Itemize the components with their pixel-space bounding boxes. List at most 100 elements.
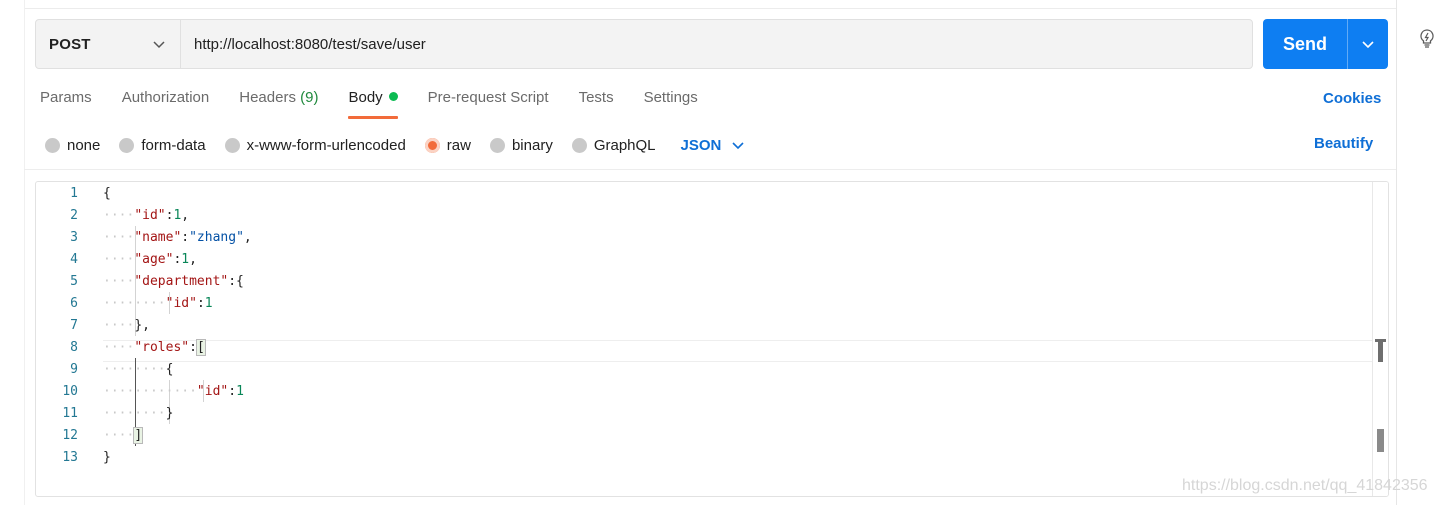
code-token: , (189, 252, 197, 267)
code-token: "zhang" (189, 230, 244, 245)
tab-settings[interactable]: Settings (644, 88, 698, 120)
editor-content[interactable]: {····"id":1, ····"name":"zhang", ····"age"… (103, 182, 1372, 496)
line-number: 7 (70, 318, 78, 333)
tab-label: Pre-request Script (427, 89, 549, 106)
request-tabs: Params Authorization Headers (9) Body Pr… (40, 88, 728, 120)
radio-label: GraphQL (593, 136, 656, 154)
code-token: } (165, 406, 174, 421)
code-line: ········} (103, 403, 173, 425)
radio-label: binary (511, 136, 553, 154)
top-divider (24, 8, 1396, 9)
code-line: ····"age":1, (103, 249, 197, 271)
code-token: "name" (134, 230, 182, 245)
tab-label: Authorization (121, 89, 210, 106)
line-number: 8 (70, 340, 78, 355)
tab-body[interactable]: Body (348, 88, 398, 120)
code-line: ········"id":1 (103, 293, 213, 315)
language-select[interactable]: JSON (681, 137, 746, 154)
chevron-down-icon (732, 142, 744, 150)
request-url-bar: POST (35, 19, 1253, 69)
watermark: https://blog.csdn.net/qq_41842356 (1182, 477, 1428, 494)
cookies-link[interactable]: Cookies (1323, 90, 1381, 107)
body-type-selector: none form-data x-www-form-urlencoded raw… (45, 134, 745, 156)
line-number: 2 (70, 208, 78, 223)
code-line: ····}, (103, 315, 150, 337)
radio-label: raw (446, 136, 471, 154)
whitespace-marker: ············ (103, 384, 197, 399)
lightbulb-icon[interactable] (1417, 28, 1435, 50)
code-token: :{ (228, 274, 244, 289)
code-line: ····"department":{ (103, 271, 244, 293)
postman-request-panel: POST Send Params Authorization Headers (… (0, 0, 1435, 505)
send-button[interactable]: Send (1263, 19, 1347, 69)
whitespace-marker: ········ (103, 296, 166, 311)
code-token: 1 (181, 252, 190, 267)
code-token: , (181, 208, 190, 223)
tab-label: Settings (643, 89, 698, 106)
whitespace-marker: ···· (103, 340, 135, 355)
code-editor[interactable]: 1 2 3 4 5 6 7 8 9 10 11 12 13 {····"id":1, ····"name"… (35, 181, 1389, 497)
whitespace-marker: ········ (103, 362, 166, 377)
radio-icon (119, 137, 135, 153)
radio-icon (571, 137, 587, 153)
whitespace-marker: ···· (103, 318, 135, 333)
radio-icon (224, 137, 240, 153)
line-number: 12 (62, 428, 78, 443)
matched-bracket: [ (195, 339, 206, 356)
radio-selected-icon (424, 137, 440, 153)
section-divider (24, 169, 1396, 170)
editor-scrollbar[interactable] (1372, 182, 1388, 496)
line-number-gutter: 1 2 3 4 5 6 7 8 9 10 11 12 13 (36, 182, 86, 496)
tab-headers[interactable]: Headers (9) (239, 88, 318, 120)
whitespace-marker: ···· (103, 252, 135, 267)
body-type-none[interactable]: none (45, 137, 100, 154)
code-line: ····"name":"zhang", (103, 227, 252, 249)
left-divider (24, 0, 25, 505)
code-line: } (103, 447, 111, 469)
code-token: , (243, 230, 252, 245)
code-line: ····"id":1, (103, 205, 189, 227)
tab-label: Tests (578, 89, 614, 106)
radio-label: none (67, 136, 101, 154)
body-type-graphql[interactable]: GraphQL (571, 136, 656, 154)
tab-pre-request-script[interactable]: Pre-request Script (428, 88, 549, 120)
line-number: 1 (70, 186, 78, 201)
line-number: 3 (70, 230, 78, 245)
radio-label: x-www-form-urlencoded (246, 136, 406, 154)
scroll-marker (1377, 429, 1384, 452)
code-token: }, (134, 318, 150, 333)
send-options-button[interactable] (1348, 19, 1388, 69)
line-number: 5 (70, 274, 78, 289)
whitespace-marker: ········ (103, 406, 166, 421)
tab-authorization[interactable]: Authorization (122, 88, 210, 120)
method-select[interactable]: POST (36, 20, 181, 68)
code-token: } (103, 450, 111, 465)
line-number: 11 (62, 406, 78, 421)
code-line: ····"roles":[ (103, 337, 206, 359)
beautify-button[interactable]: Beautify (1314, 135, 1373, 152)
body-type-raw[interactable]: raw (424, 136, 471, 154)
headers-count: (9) (300, 89, 319, 106)
code-line: ····] (103, 425, 144, 447)
chevron-down-icon (1362, 41, 1374, 49)
body-type-binary[interactable]: binary (489, 136, 553, 154)
code-token: "roles" (134, 340, 190, 355)
code-token: : (181, 230, 190, 245)
line-number: 6 (70, 296, 78, 311)
code-token: "department" (134, 274, 229, 289)
method-label: POST (49, 35, 91, 53)
code-token: 1 (204, 296, 213, 311)
whitespace-marker: ···· (103, 230, 135, 245)
whitespace-marker: ···· (103, 208, 135, 223)
tab-label: Headers (239, 89, 296, 106)
body-type-urlencoded[interactable]: x-www-form-urlencoded (224, 136, 406, 154)
body-type-form-data[interactable]: form-data (119, 137, 206, 154)
whitespace-marker: ···· (103, 428, 135, 443)
tab-tests[interactable]: Tests (579, 88, 614, 120)
url-input[interactable] (181, 20, 1252, 68)
code-token: 1 (236, 384, 244, 399)
right-divider (1396, 0, 1397, 505)
tab-params[interactable]: Params (40, 88, 92, 120)
code-token: { (103, 186, 111, 201)
code-token: : (228, 384, 237, 399)
